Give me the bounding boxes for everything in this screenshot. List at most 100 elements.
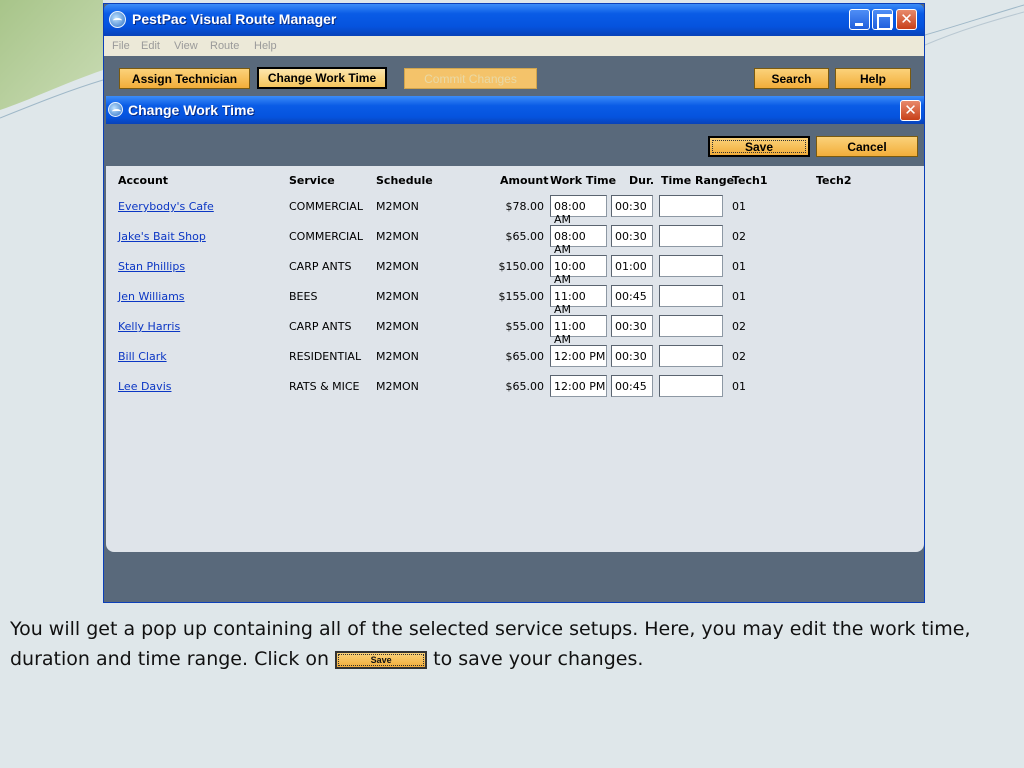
dialog-close-button[interactable]: ✕ (900, 100, 921, 121)
pestpac-logo-icon (109, 11, 126, 28)
service-cell: RATS & MICE (289, 380, 360, 393)
amount-cell: $78.00 (505, 200, 545, 213)
table-row: Everybody's Cafe COMMERCIAL M2MON $78.00 08:… (106, 195, 924, 226)
account-link[interactable]: Stan Phillips (118, 260, 185, 273)
minimize-button[interactable] (849, 9, 870, 30)
schedule-cell: M2MON (376, 380, 419, 393)
column-header-tech1[interactable]: Tech1 (732, 174, 768, 187)
table-row: Lee Davis RATS & MICE M2MON $65.00 12:00 PM 0… (106, 375, 924, 399)
account-link[interactable]: Jen Williams (118, 290, 185, 303)
tech1-cell: 02 (732, 320, 746, 333)
time-range-input[interactable] (659, 285, 723, 307)
close-button[interactable]: ✕ (896, 9, 917, 30)
schedule-cell: M2MON (376, 200, 419, 213)
duration-input[interactable]: 00:30 (611, 315, 653, 337)
amount-cell: $155.00 (498, 290, 545, 303)
pestpac-logo-icon (108, 102, 123, 117)
work-time-input[interactable]: 10:00 AM (550, 255, 607, 286)
table-row: Kelly Harris CARP ANTS M2MON $55.00 11:00 AM… (106, 315, 924, 346)
service-cell: COMMERCIAL (289, 230, 363, 243)
time-range-input[interactable] (659, 225, 723, 247)
schedule-cell: M2MON (376, 320, 419, 333)
service-cell: CARP ANTS (289, 320, 352, 333)
menu-route[interactable]: Route (210, 40, 239, 52)
amount-cell: $65.00 (505, 380, 545, 393)
column-header-tech2[interactable]: Tech2 (816, 174, 852, 187)
amount-cell: $65.00 (505, 350, 545, 363)
help-button[interactable]: Help (835, 68, 911, 89)
tech1-cell: 01 (732, 200, 746, 213)
save-button[interactable]: Save (708, 136, 810, 157)
tech1-cell: 01 (732, 260, 746, 273)
duration-input[interactable]: 00:30 (611, 195, 653, 217)
assign-technician-button[interactable]: Assign Technician (119, 68, 250, 89)
duration-input[interactable]: 01:00 (611, 255, 653, 277)
menu-edit[interactable]: Edit (141, 40, 160, 52)
inline-save-button-image: Save (335, 650, 428, 669)
service-cell: BEES (289, 290, 318, 303)
duration-input[interactable]: 00:45 (611, 375, 653, 397)
close-icon: ✕ (904, 101, 917, 119)
service-cell: CARP ANTS (289, 260, 352, 273)
time-range-input[interactable] (659, 315, 723, 337)
work-time-input[interactable]: 08:00 AM (550, 195, 607, 226)
change-work-time-button[interactable]: Change Work Time (257, 67, 387, 89)
amount-cell: $150.00 (498, 260, 545, 273)
table-row: Stan Phillips CARP ANTS M2MON $150.00 10:00 … (106, 255, 924, 286)
tech1-cell: 02 (732, 350, 746, 363)
menu-view[interactable]: View (174, 40, 198, 52)
account-link[interactable]: Everybody's Cafe (118, 200, 214, 213)
amount-cell: $55.00 (505, 320, 545, 333)
service-cell: COMMERCIAL (289, 200, 363, 213)
table-row: Jake's Bait Shop COMMERCIAL M2MON $65.00 08:… (106, 225, 924, 256)
column-header-time-range[interactable]: Time Range (661, 174, 734, 187)
column-header-service[interactable]: Service (289, 174, 335, 187)
dialog-toolbar: Save Cancel (106, 124, 924, 166)
work-time-input[interactable]: 11:00 AM (550, 285, 607, 316)
schedule-cell: M2MON (376, 260, 419, 273)
account-link[interactable]: Kelly Harris (118, 320, 180, 333)
column-header-schedule[interactable]: Schedule (376, 174, 433, 187)
work-time-input[interactable]: 11:00 AM (550, 315, 607, 346)
duration-input[interactable]: 00:30 (611, 345, 653, 367)
instruction-caption: You will get a pop up containing all of … (10, 614, 1015, 674)
account-link[interactable]: Bill Clark (118, 350, 167, 363)
work-time-input[interactable]: 12:00 PM (550, 345, 607, 367)
time-range-input[interactable] (659, 195, 723, 217)
window-titlebar[interactable]: PestPac Visual Route Manager ✕ (104, 4, 924, 36)
dialog-title: Change Work Time (128, 102, 255, 118)
account-link[interactable]: Jake's Bait Shop (118, 230, 206, 243)
table-row: Jen Williams BEES M2MON $155.00 11:00 AM 00:4… (106, 285, 924, 316)
service-list-panel: Account Service Schedule Amount Work Tim… (106, 166, 924, 552)
window-title: PestPac Visual Route Manager (132, 11, 337, 27)
menu-file[interactable]: File (112, 40, 130, 52)
time-range-input[interactable] (659, 345, 723, 367)
schedule-cell: M2MON (376, 350, 419, 363)
duration-input[interactable]: 00:45 (611, 285, 653, 307)
menu-help[interactable]: Help (254, 40, 277, 52)
change-work-time-dialog: Change Work Time ✕ Save Cancel Account S… (106, 96, 924, 601)
dialog-titlebar[interactable]: Change Work Time ✕ (106, 96, 924, 124)
column-header-work-time[interactable]: Work Time (550, 174, 616, 187)
tech1-cell: 02 (732, 230, 746, 243)
column-header-amount[interactable]: Amount (500, 174, 548, 187)
duration-input[interactable]: 00:30 (611, 225, 653, 247)
maximize-button[interactable] (872, 9, 893, 30)
column-header-account[interactable]: Account (118, 174, 168, 187)
cancel-button[interactable]: Cancel (816, 136, 918, 157)
column-header-duration[interactable]: Dur. (629, 174, 654, 187)
menu-bar: File Edit View Route Help (104, 36, 924, 56)
search-button[interactable]: Search (754, 68, 829, 89)
service-cell: RESIDENTIAL (289, 350, 362, 363)
commit-changes-button[interactable]: Commit Changes (404, 68, 537, 89)
main-toolbar: Assign Technician Change Work Time Commi… (104, 56, 924, 96)
time-range-input[interactable] (659, 255, 723, 277)
main-window: PestPac Visual Route Manager ✕ File Edit… (103, 3, 925, 603)
work-time-input[interactable]: 08:00 AM (550, 225, 607, 256)
tech1-cell: 01 (732, 290, 746, 303)
account-link[interactable]: Lee Davis (118, 380, 171, 393)
time-range-input[interactable] (659, 375, 723, 397)
work-time-input[interactable]: 12:00 PM (550, 375, 607, 397)
table-row: Bill Clark RESIDENTIAL M2MON $65.00 12:00 PM… (106, 345, 924, 369)
caption-text-after: to save your changes. (427, 648, 644, 670)
